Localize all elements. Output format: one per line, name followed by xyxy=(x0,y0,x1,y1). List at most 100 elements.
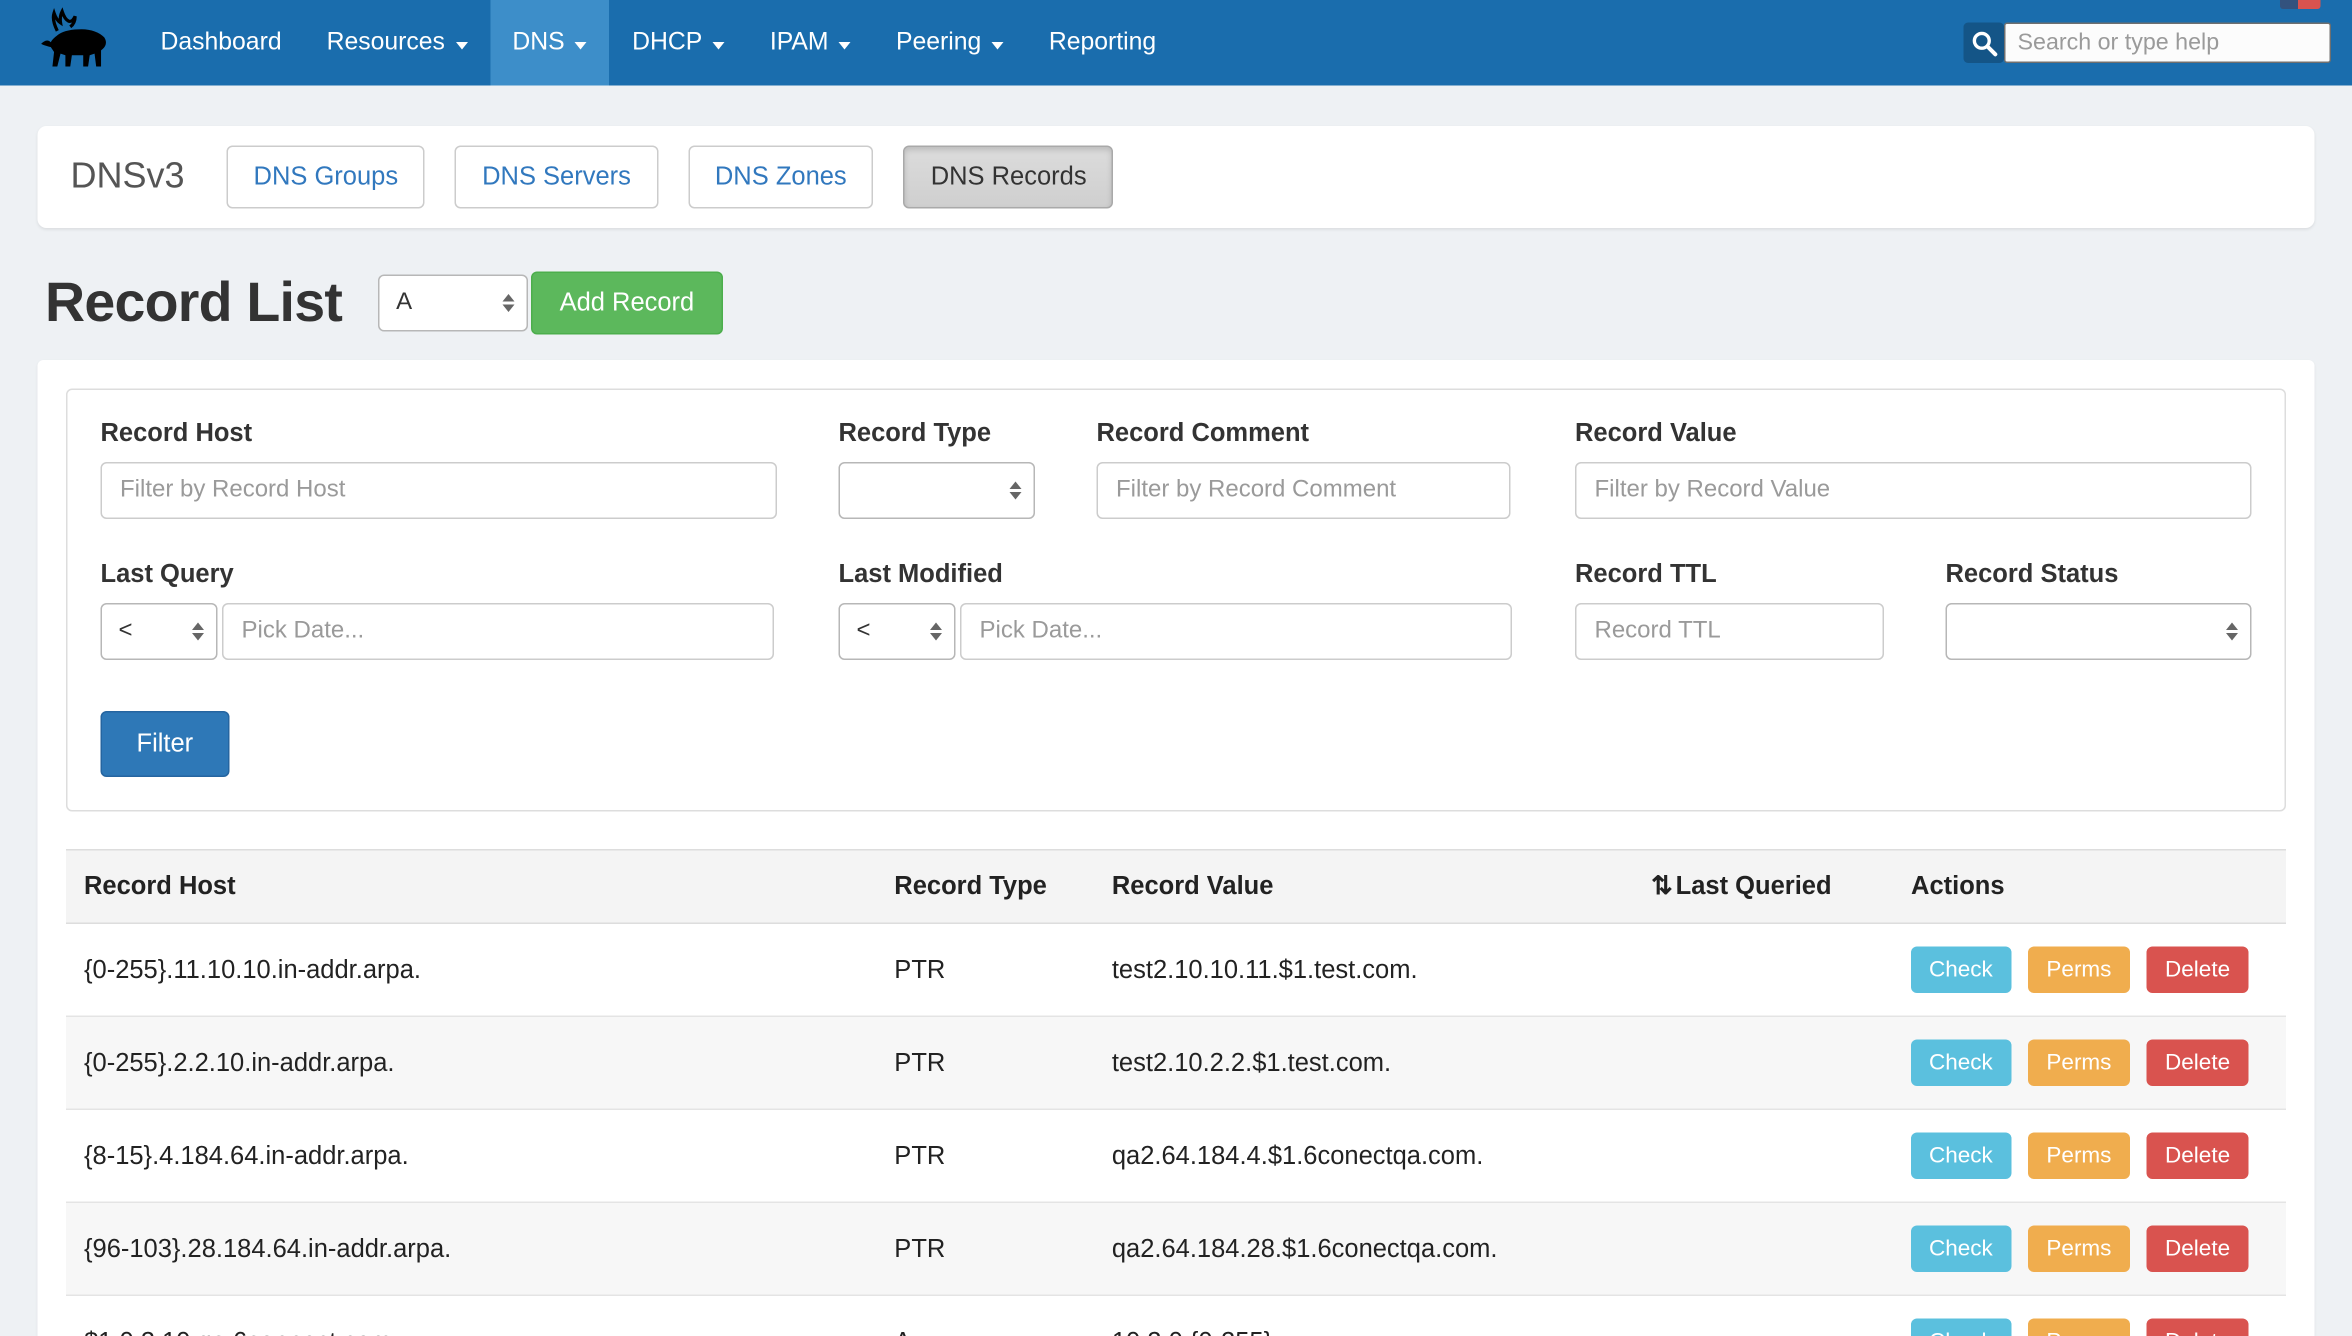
nav-item-label: Dashboard xyxy=(161,29,282,58)
cell-actions: Check Perms Delete xyxy=(1893,1295,2286,1336)
cell-record-value: qa2.64.184.4.$1.6conectqa.com. xyxy=(1094,1109,1633,1202)
stepper-icon xyxy=(1010,482,1022,500)
record-status-filter-select[interactable] xyxy=(1946,603,2252,660)
cell-record-value: qa2.64.184.28.$1.6conectqa.com. xyxy=(1094,1202,1633,1295)
search-icon[interactable] xyxy=(1964,23,2005,64)
cell-record-host: {0-255}.2.2.10.in-addr.arpa. xyxy=(66,1016,876,1109)
cell-record-value: 10.2.0.{0-255} xyxy=(1094,1295,1633,1336)
cell-record-type: A xyxy=(876,1295,1094,1336)
record-comment-filter-input[interactable] xyxy=(1097,462,1511,519)
select-value: A xyxy=(396,290,412,317)
record-value-filter-input[interactable] xyxy=(1575,462,2252,519)
caret-down-icon xyxy=(992,41,1004,49)
nav-item-resources[interactable]: Resources xyxy=(304,0,490,86)
check-button[interactable]: Check xyxy=(1911,1319,2011,1336)
nav-item-label: Resources xyxy=(327,29,445,58)
cell-last-queried xyxy=(1633,1109,1893,1202)
caret-down-icon xyxy=(455,41,467,49)
cell-last-queried xyxy=(1633,1202,1893,1295)
nav-item-dns[interactable]: DNS xyxy=(490,0,610,86)
nav-item-ipam[interactable]: IPAM xyxy=(747,0,873,86)
last-modified-date-input[interactable] xyxy=(960,603,1512,660)
search-input[interactable] xyxy=(2004,23,2331,64)
record-status-label: Record Status xyxy=(1946,560,2252,590)
moose-logo[interactable] xyxy=(24,0,123,86)
delete-button[interactable]: Delete xyxy=(2147,1040,2248,1087)
col-header-last-queried[interactable]: ⇅Last Queried xyxy=(1633,850,1893,924)
moose-logo-icon xyxy=(33,8,114,79)
stepper-icon xyxy=(192,623,204,641)
perms-button[interactable]: Perms xyxy=(2028,1133,2129,1180)
cell-record-host: {8-15}.4.184.64.in-addr.arpa. xyxy=(66,1109,876,1202)
nav-item-dashboard[interactable]: Dashboard xyxy=(138,0,304,86)
select-value: < xyxy=(857,618,871,645)
nav-item-reporting[interactable]: Reporting xyxy=(1026,0,1178,86)
cell-actions: Check Perms Delete xyxy=(1893,1016,2286,1109)
record-type-filter-select[interactable] xyxy=(839,462,1036,519)
table-row: {0-255}.2.2.10.in-addr.arpa. PTR test2.1… xyxy=(66,1016,2286,1109)
caret-down-icon xyxy=(575,41,587,49)
tab-dns-servers[interactable]: DNS Servers xyxy=(455,146,658,209)
add-record-button[interactable]: Add Record xyxy=(531,272,723,335)
partial-corner-button[interactable] xyxy=(2280,0,2321,9)
perms-button[interactable]: Perms xyxy=(2028,1226,2129,1273)
cell-record-type: PTR xyxy=(876,1016,1094,1109)
check-button[interactable]: Check xyxy=(1911,947,2011,994)
delete-button[interactable]: Delete xyxy=(2147,1133,2248,1180)
perms-button[interactable]: Perms xyxy=(2028,947,2129,994)
cell-actions: Check Perms Delete xyxy=(1893,923,2286,1016)
tab-dns-groups[interactable]: DNS Groups xyxy=(227,146,426,209)
nav-item-dhcp[interactable]: DHCP xyxy=(610,0,748,86)
last-modified-label: Last Modified xyxy=(839,560,1513,590)
record-ttl-label: Record TTL xyxy=(1575,560,1884,590)
filter-button[interactable]: Filter xyxy=(101,711,230,777)
last-query-label: Last Query xyxy=(101,560,775,590)
navbar-search xyxy=(1964,0,2332,86)
col-header-record-host: Record Host xyxy=(66,850,876,924)
delete-button[interactable]: Delete xyxy=(2147,947,2248,994)
cell-record-value: test2.10.2.2.$1.test.com. xyxy=(1094,1016,1633,1109)
record-type-add-select[interactable]: A xyxy=(378,275,528,332)
nav-item-label: DNS xyxy=(512,29,564,58)
cell-record-type: PTR xyxy=(876,1202,1094,1295)
record-host-filter-input[interactable] xyxy=(101,462,778,519)
perms-button[interactable]: Perms xyxy=(2028,1040,2129,1087)
records-table: Record Host Record Type Record Value ⇅La… xyxy=(66,849,2286,1336)
col-header-record-type: Record Type xyxy=(876,850,1094,924)
tab-dns-records[interactable]: DNS Records xyxy=(904,146,1114,209)
page-title: Record List xyxy=(45,272,342,335)
cell-last-queried xyxy=(1633,1016,1893,1109)
dns-subnav-card: DNSv3 DNS Groups DNS Servers DNS Zones D… xyxy=(38,126,2315,228)
last-modified-operator-select[interactable]: < xyxy=(839,603,956,660)
stepper-icon xyxy=(2226,623,2238,641)
table-row: {96-103}.28.184.64.in-addr.arpa. PTR qa2… xyxy=(66,1202,2286,1295)
records-panel: Record Host Record Type Record Comment R… xyxy=(38,360,2315,1336)
last-query-operator-select[interactable]: < xyxy=(101,603,218,660)
record-value-label: Record Value xyxy=(1575,419,2252,449)
nav-item-label: DHCP xyxy=(632,29,702,58)
dnsv3-title: DNSv3 xyxy=(71,156,185,198)
select-value: < xyxy=(119,618,133,645)
last-query-date-input[interactable] xyxy=(222,603,774,660)
tab-dns-zones[interactable]: DNS Zones xyxy=(688,146,874,209)
perms-button[interactable]: Perms xyxy=(2028,1319,2129,1336)
check-button[interactable]: Check xyxy=(1911,1040,2011,1087)
record-host-label: Record Host xyxy=(101,419,778,449)
delete-button[interactable]: Delete xyxy=(2147,1226,2248,1273)
table-row: {0-255}.11.10.10.in-addr.arpa. PTR test2… xyxy=(66,923,2286,1016)
nav-item-peering[interactable]: Peering xyxy=(874,0,1027,86)
record-list-header: Record List A Add Record xyxy=(45,272,2315,335)
sort-icon[interactable]: ⇅ xyxy=(1651,872,1672,901)
cell-record-host: {0-255}.11.10.10.in-addr.arpa. xyxy=(66,923,876,1016)
cell-last-queried xyxy=(1633,923,1893,1016)
cell-actions: Check Perms Delete xyxy=(1893,1109,2286,1202)
cell-record-value: test2.10.10.11.$1.test.com. xyxy=(1094,923,1633,1016)
caret-down-icon xyxy=(839,41,851,49)
check-button[interactable]: Check xyxy=(1911,1133,2011,1180)
record-ttl-filter-input[interactable] xyxy=(1575,603,1884,660)
cell-record-host: $1.0.2.10.qa.6connect.com. xyxy=(66,1295,876,1336)
top-navbar: Dashboard Resources DNS DHCP IPAM Peerin… xyxy=(0,0,2352,86)
delete-button[interactable]: Delete xyxy=(2147,1319,2248,1336)
col-header-label: Last Queried xyxy=(1676,872,1832,901)
check-button[interactable]: Check xyxy=(1911,1226,2011,1273)
